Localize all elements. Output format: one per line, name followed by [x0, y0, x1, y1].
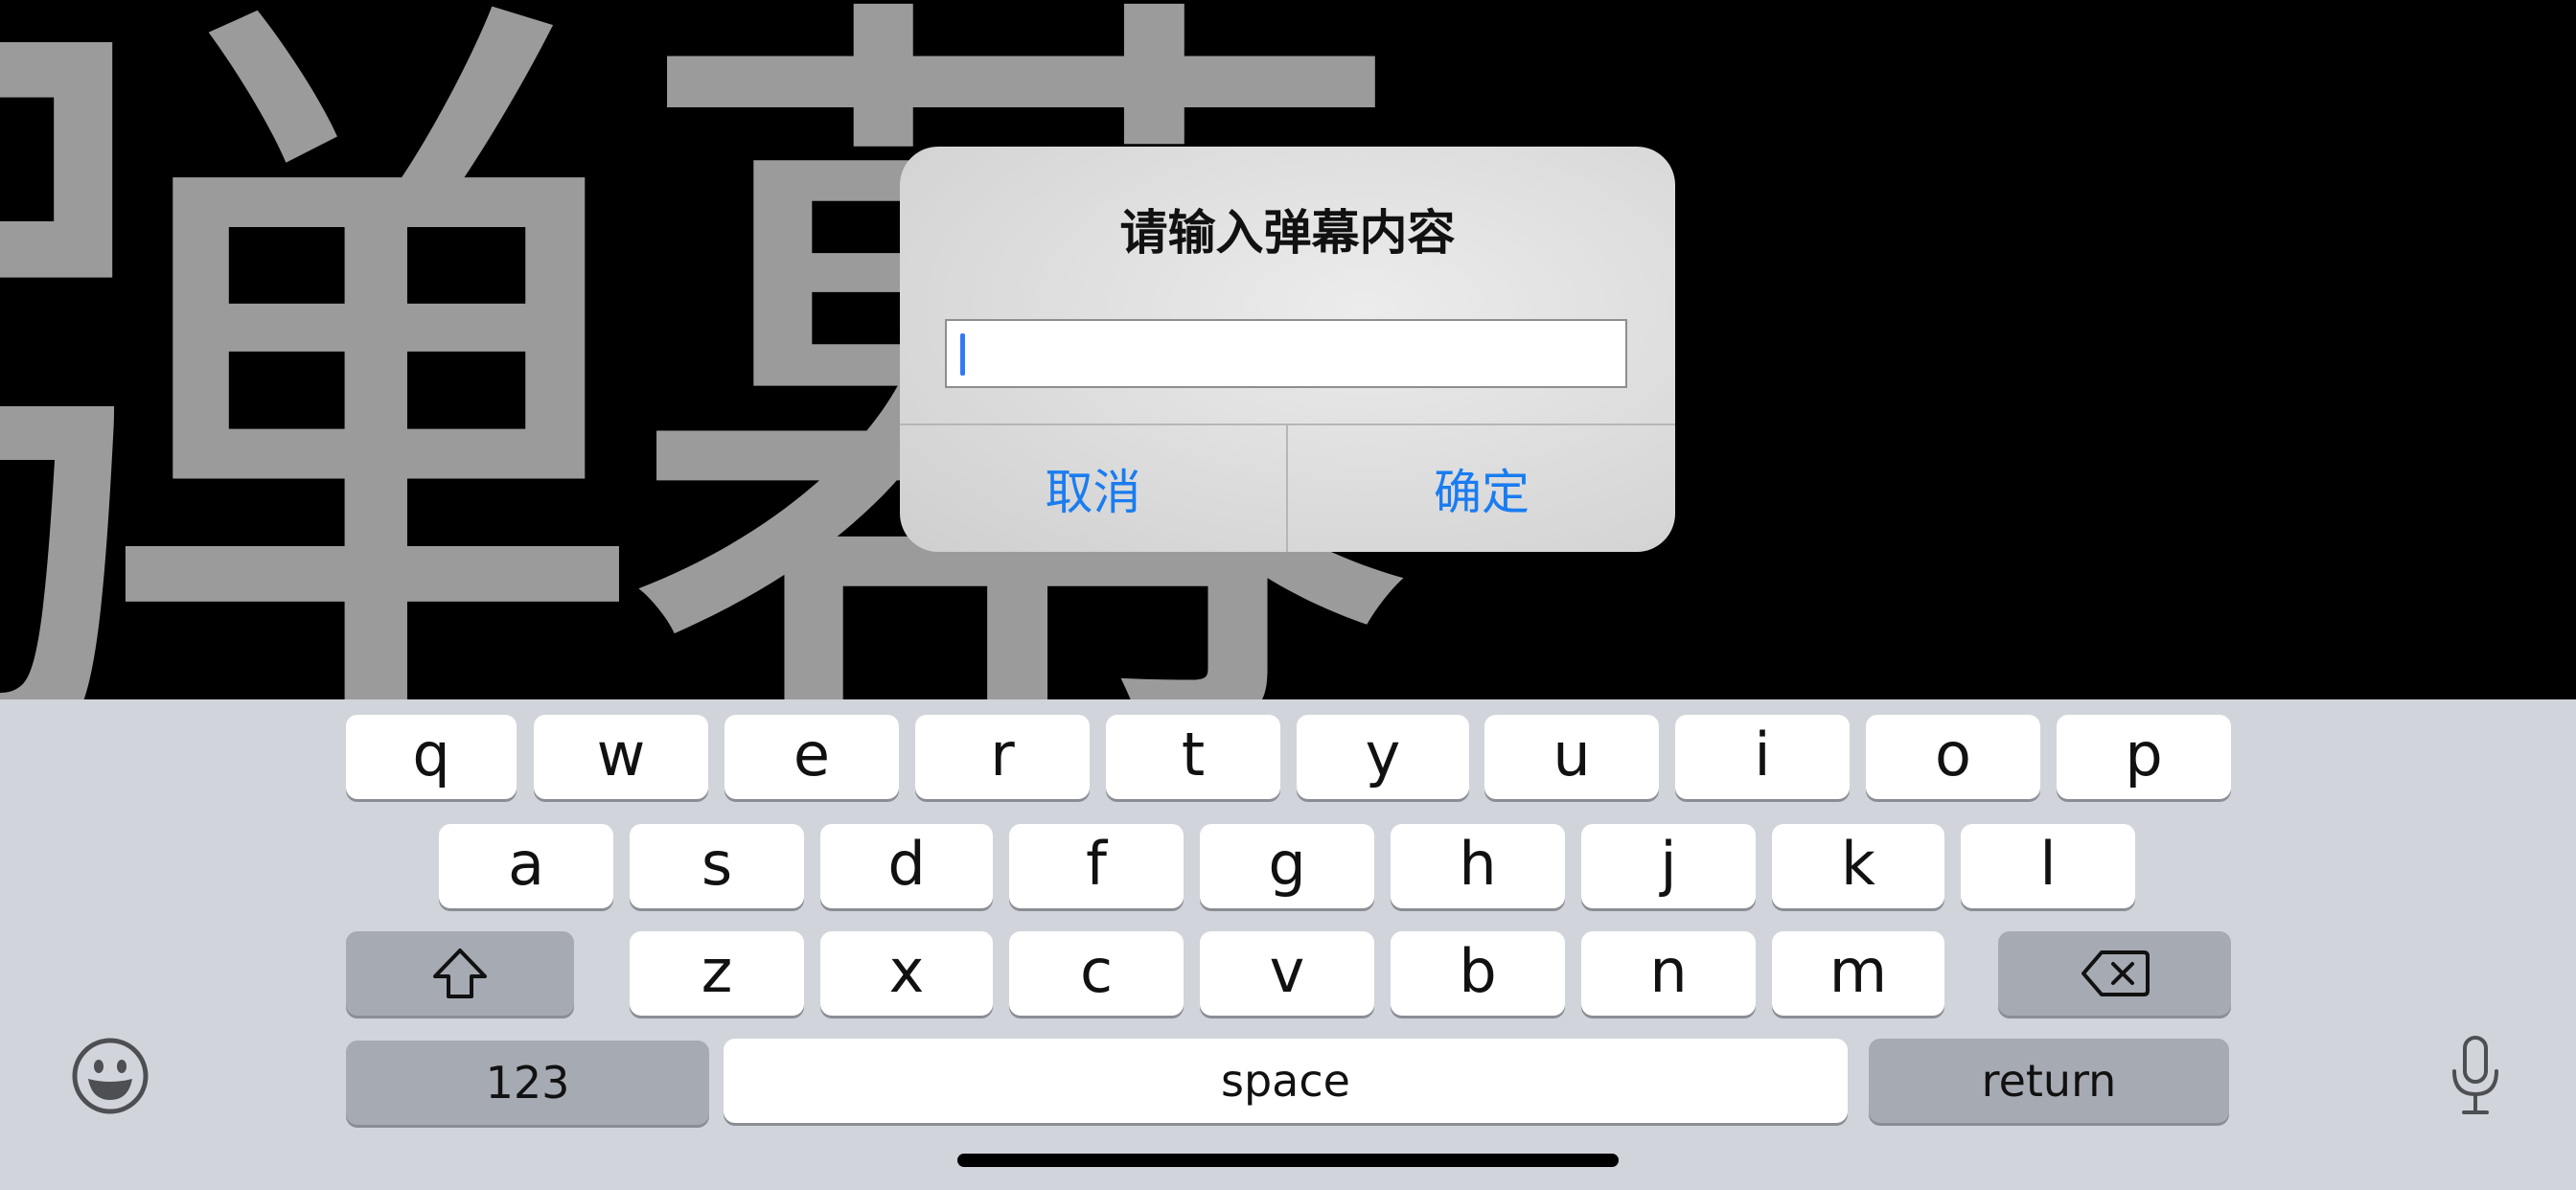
key-label: z: [701, 935, 733, 1006]
key-c[interactable]: c: [1009, 931, 1184, 1016]
dialog-title: 请输入弹幕内容: [1119, 205, 1456, 261]
dictation-key[interactable]: [2449, 1035, 2502, 1117]
key-label: j: [1660, 828, 1677, 899]
key-d[interactable]: d: [820, 824, 993, 908]
key-w[interactable]: w: [534, 715, 708, 799]
key-label: c: [1079, 935, 1114, 1006]
key-label: w: [596, 719, 646, 790]
key-label: o: [1935, 719, 1971, 790]
delete-icon: [2081, 950, 2150, 996]
key-p[interactable]: p: [2057, 715, 2231, 799]
key-label: b: [1459, 935, 1497, 1006]
return-key[interactable]: return: [1869, 1039, 2229, 1123]
key-r[interactable]: r: [915, 715, 1090, 799]
key-h[interactable]: h: [1391, 824, 1565, 908]
key-s[interactable]: s: [630, 824, 804, 908]
cancel-button[interactable]: 取消: [900, 425, 1286, 552]
key-label: m: [1828, 935, 1888, 1006]
key-z[interactable]: z: [630, 931, 804, 1016]
key-i[interactable]: i: [1675, 715, 1850, 799]
key-label: a: [508, 828, 544, 899]
key-label: l: [2039, 828, 2057, 899]
key-label: v: [1269, 935, 1305, 1006]
key-label: q: [412, 719, 450, 790]
key-label: t: [1181, 719, 1206, 790]
key-v[interactable]: v: [1200, 931, 1374, 1016]
key-u[interactable]: u: [1484, 715, 1659, 799]
emoji-key[interactable]: [71, 1037, 150, 1115]
danmaku-input-dialog: 请输入弹幕内容 取消 确定: [900, 147, 1675, 552]
key-label: h: [1459, 828, 1497, 899]
key-m[interactable]: m: [1772, 931, 1944, 1016]
key-y[interactable]: y: [1297, 715, 1469, 799]
key-label: f: [1086, 828, 1107, 899]
text-caret: [960, 333, 965, 376]
key-f[interactable]: f: [1009, 824, 1184, 908]
microphone-icon: [2452, 1036, 2498, 1114]
key-j[interactable]: j: [1581, 824, 1756, 908]
key-label: e: [793, 719, 831, 790]
key-o[interactable]: o: [1866, 715, 2040, 799]
key-label: x: [888, 935, 925, 1006]
space-key[interactable]: space: [724, 1039, 1848, 1123]
key-label: n: [1649, 935, 1688, 1006]
key-label: return: [1981, 1055, 2117, 1107]
key-n[interactable]: n: [1581, 931, 1756, 1016]
key-q[interactable]: q: [346, 715, 517, 799]
key-label: s: [701, 828, 733, 899]
home-indicator[interactable]: [957, 1154, 1619, 1167]
key-label: u: [1552, 719, 1591, 790]
key-label: space: [1221, 1055, 1350, 1107]
shift-key[interactable]: [346, 931, 574, 1016]
key-label: i: [1754, 719, 1771, 790]
key-a[interactable]: a: [439, 824, 613, 908]
key-g[interactable]: g: [1200, 824, 1374, 908]
key-k[interactable]: k: [1772, 824, 1944, 908]
key-e[interactable]: e: [724, 715, 899, 799]
keyboard: q w e r t y u i o p a s d f g h j k l z …: [0, 699, 2576, 1190]
key-x[interactable]: x: [820, 931, 993, 1016]
key-label: 123: [485, 1057, 570, 1109]
shift-icon: [433, 949, 487, 998]
confirm-button[interactable]: 确定: [1288, 425, 1675, 552]
key-label: k: [1841, 828, 1875, 899]
key-label: p: [2125, 719, 2163, 790]
key-label: g: [1268, 828, 1306, 899]
numbers-key[interactable]: 123: [346, 1041, 709, 1125]
key-b[interactable]: b: [1391, 931, 1565, 1016]
key-label: d: [887, 828, 926, 899]
delete-key[interactable]: [1998, 931, 2231, 1016]
emoji-icon: [72, 1038, 149, 1114]
key-label: y: [1365, 719, 1401, 790]
key-t[interactable]: t: [1106, 715, 1280, 799]
danmaku-text-field[interactable]: [945, 319, 1627, 388]
key-l[interactable]: l: [1961, 824, 2135, 908]
key-label: r: [990, 719, 1015, 790]
